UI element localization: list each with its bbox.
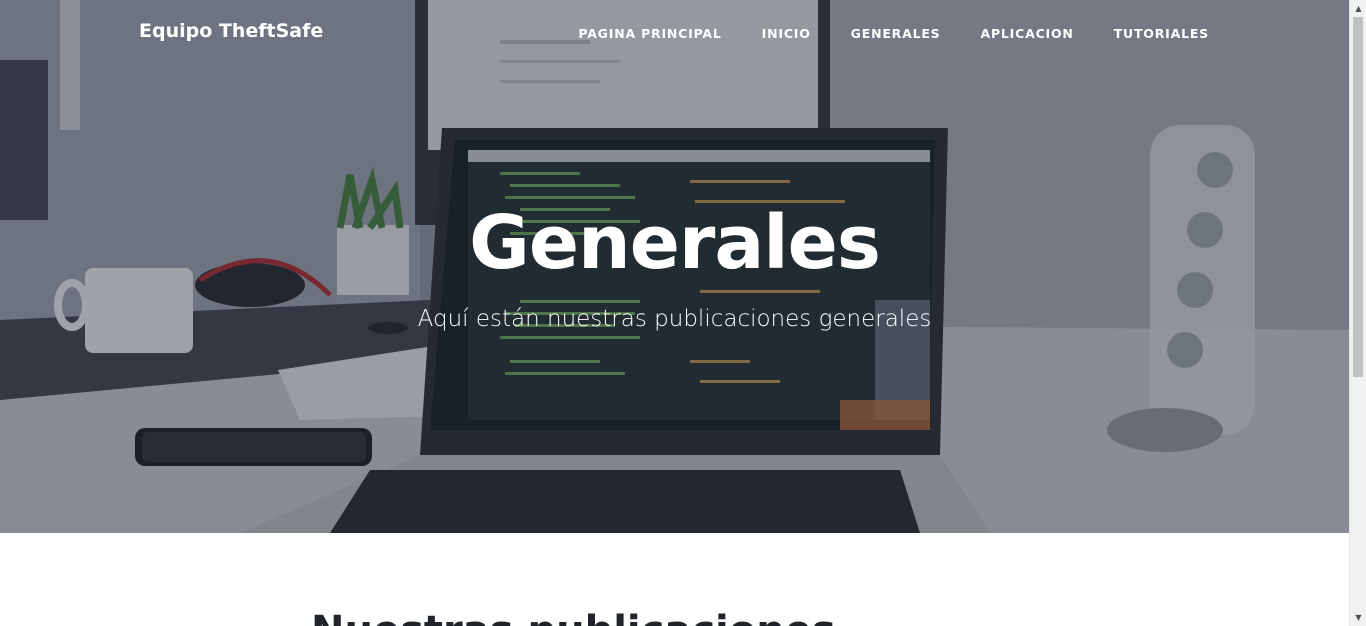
scrollbar-thumb[interactable]	[1353, 17, 1363, 377]
nav-link-tutoriales[interactable]: TUTORIALES	[1114, 26, 1209, 41]
hero-subtitle: Aquí están nuestras publicaciones genera…	[417, 306, 932, 332]
section-heading: Nuestras publicaciones	[311, 608, 836, 626]
main-nav: PAGINA PRINCIPAL INICIO GENERALES APLICA…	[578, 26, 1209, 41]
page-scrollbar[interactable]: ▲ ▼	[1349, 0, 1366, 626]
chevron-up-icon[interactable]: ▲	[1350, 0, 1366, 17]
brand-logo[interactable]: Equipo TheftSafe	[139, 20, 323, 42]
nav-link-generales[interactable]: GENERALES	[851, 26, 941, 41]
chevron-down-icon[interactable]: ▼	[1350, 609, 1366, 626]
hero-section: Equipo TheftSafe PAGINA PRINCIPAL INICIO…	[0, 0, 1349, 533]
nav-link-inicio[interactable]: INICIO	[762, 26, 811, 41]
nav-link-aplicacion[interactable]: APLICACION	[980, 26, 1073, 41]
hero-title: Generales	[469, 200, 881, 286]
page: Equipo TheftSafe PAGINA PRINCIPAL INICIO…	[0, 0, 1366, 626]
nav-link-pagina-principal[interactable]: PAGINA PRINCIPAL	[578, 26, 721, 41]
